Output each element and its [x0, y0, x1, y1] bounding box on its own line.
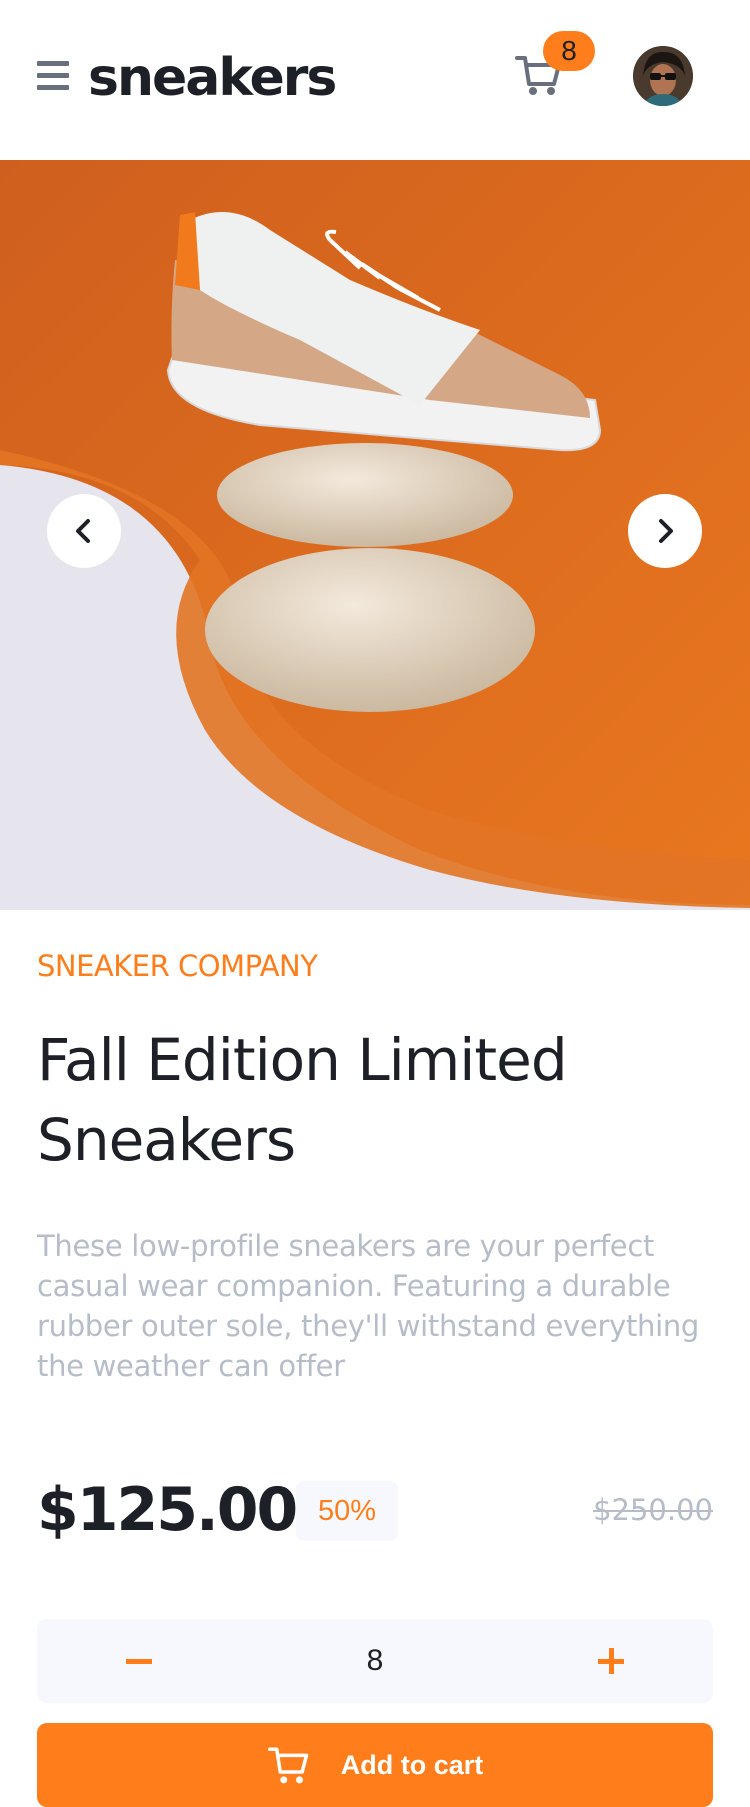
- quantity-stepper: 8: [37, 1619, 713, 1703]
- company-name: SNEAKER COMPANY: [37, 949, 318, 983]
- chevron-left-icon: [76, 519, 90, 543]
- add-to-cart-label: Add to cart: [340, 1749, 484, 1780]
- next-image-button[interactable]: [628, 494, 702, 568]
- logo[interactable]: sneakers: [88, 40, 337, 116]
- price-row: $125.00 50% $250.00: [37, 1472, 713, 1548]
- chevron-right-icon: [659, 519, 673, 543]
- discount-badge: 50%: [296, 1481, 398, 1541]
- product-details: SNEAKER COMPANY Fall Edition Limited Sne…: [0, 946, 750, 1807]
- product-title: Fall Edition Limited Sneakers: [37, 1026, 568, 1174]
- site-header: sneakers 8: [0, 0, 750, 160]
- cart-icon: [267, 1747, 308, 1784]
- add-to-cart-button[interactable]: Add to cart: [37, 1723, 713, 1807]
- current-price: $125.00: [37, 1475, 298, 1545]
- cart-count-badge: 8: [543, 31, 595, 71]
- previous-image-button[interactable]: [47, 494, 121, 568]
- product-description: These low-profile sneakers are your perf…: [37, 1229, 700, 1383]
- product-image-gallery: [0, 160, 750, 910]
- original-price: $250.00: [593, 1493, 713, 1527]
- user-avatar[interactable]: [633, 46, 693, 106]
- hamburger-menu-icon[interactable]: [37, 61, 69, 91]
- plus-icon[interactable]: [569, 1619, 653, 1703]
